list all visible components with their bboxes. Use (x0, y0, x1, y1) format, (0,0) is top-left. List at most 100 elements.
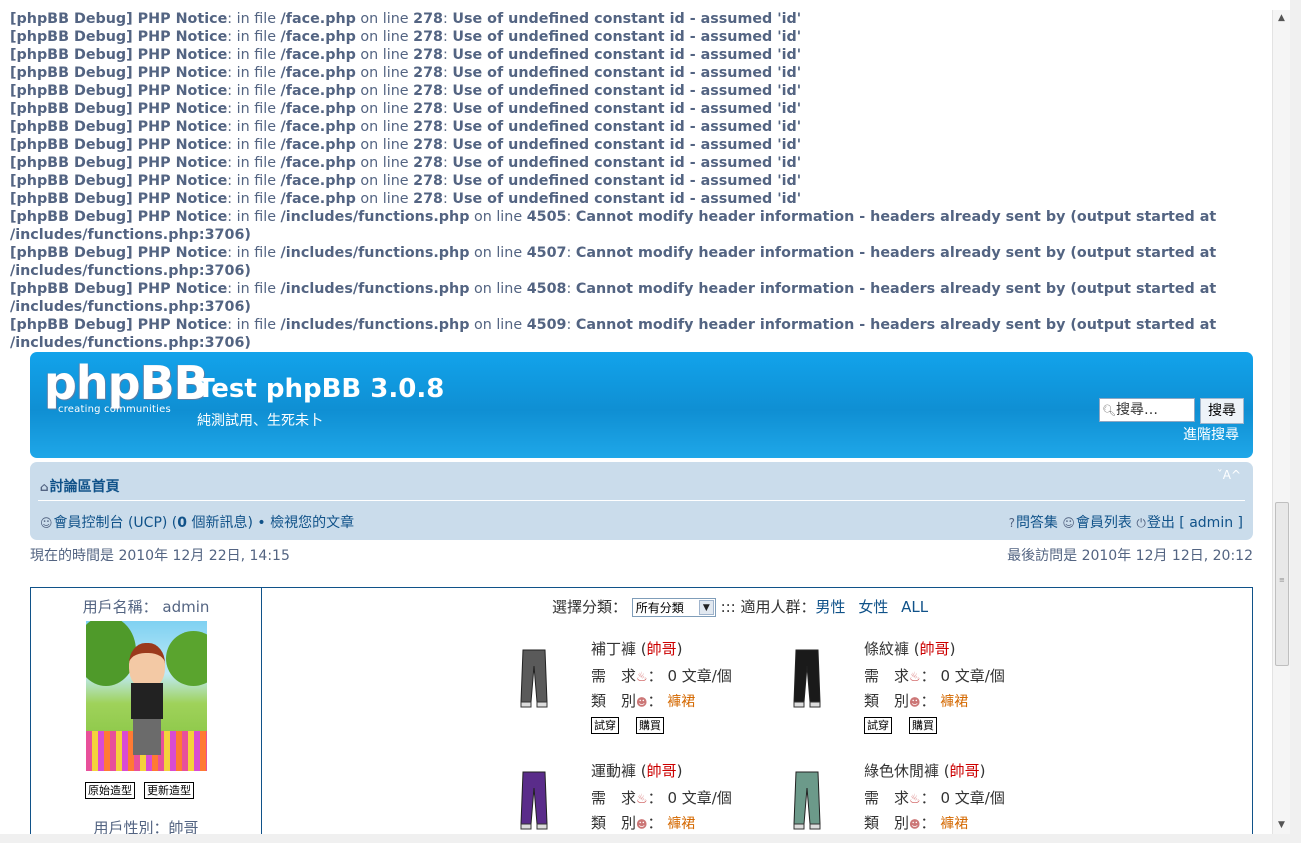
debug-infile: : in file (227, 281, 281, 297)
debug-msg: Use of undefined constant id - assumed '… (452, 191, 802, 207)
site-description: 純測試用、生死未卜 (197, 413, 323, 429)
shop-item: 綠色休閒褲 (帥哥)需 求♨： 0 文章/個類 別☻： 褲裙試穿購買 (790, 760, 1020, 834)
scroll-up-arrow[interactable]: ▲ (1273, 10, 1290, 27)
debug-line: [phpBB Debug] PHP Notice: in file /face.… (10, 82, 801, 100)
try-on-button[interactable]: 試穿 (864, 717, 892, 734)
search-input[interactable]: 🔍︎搜尋… (1099, 398, 1195, 422)
buy-button[interactable]: 購買 (909, 717, 937, 734)
item-category: 類 別☻： 褲裙 (864, 692, 969, 710)
filter-male-link[interactable]: 男性 (816, 598, 846, 616)
money-bag-icon: ♨ (636, 670, 648, 685)
browser-frame: [phpBB Debug] PHP Notice: in file /face.… (0, 0, 1301, 843)
debug-infile: : in file (227, 47, 281, 63)
site-title[interactable]: Test phpBB 3.0.8 (197, 374, 444, 404)
filter-all-link[interactable]: ALL (901, 598, 928, 616)
category-label: 類 別 (591, 692, 637, 710)
debug-online: on line (355, 101, 414, 117)
debug-online: on line (469, 209, 527, 225)
debug-sep: : (442, 119, 453, 135)
debug-msg: Use of undefined constant id - assumed '… (452, 29, 802, 45)
shop-item: 補丁褲 (帥哥) 需 求♨： 0 文章/個類 別☻： 褲裙 試穿 購買 (517, 638, 747, 748)
shop-item: 運動褲 (帥哥)需 求♨： 0 文章/個類 別☻： 褲裙試穿購買 (517, 760, 747, 834)
debug-line: [phpBB Debug] PHP Notice: in file /face.… (10, 100, 801, 118)
requirement-label: 需 求 (591, 667, 637, 685)
debug-line: [phpBB Debug] PHP Notice: in file /inclu… (10, 244, 1266, 280)
avatar-image (86, 621, 207, 771)
debug-file: /face.php (280, 137, 356, 153)
debug-infile: : in file (227, 11, 281, 27)
debug-line: 278 (413, 83, 443, 99)
vertical-scrollbar[interactable]: ▲ ≡ ▼ (1272, 10, 1290, 834)
item-gender-tag: 帥哥 (949, 762, 980, 780)
debug-line: [phpBB Debug] PHP Notice: in file /face.… (10, 136, 801, 154)
item-gender-tag: 帥哥 (919, 640, 950, 658)
debug-infile: : in file (227, 317, 281, 333)
category-value: 褲裙 (940, 694, 969, 710)
category-icon: ☻ (636, 696, 648, 709)
debug-msg: Use of undefined constant id - assumed '… (452, 155, 802, 171)
pants-image (790, 770, 821, 830)
category-label: 類 別 (864, 692, 910, 710)
search-button[interactable]: 搜尋 (1200, 398, 1244, 424)
debug-infile: : in file (227, 209, 281, 225)
debug-file: /face.php (280, 173, 356, 189)
navbar-divider (38, 500, 1245, 501)
debug-sep: : (442, 65, 453, 81)
ucp-link[interactable]: 會員控制台 (UCP) (54, 515, 168, 531)
buy-button[interactable]: 購買 (636, 717, 664, 734)
debug-infile: : in file (227, 173, 281, 189)
avatar-shop-panel: 用戶名稱： admin 原始造型 更新造型 用戶性別：帥哥 選擇分類： 所有分類 ▼… (30, 587, 1253, 834)
requirement-value: 0 文章/個 (667, 667, 732, 685)
logout-icon: ⏻ (1136, 516, 1146, 530)
item-gender-tag: 帥哥 (646, 640, 677, 658)
debug-file: /includes/functions.php (280, 281, 470, 297)
pm-link[interactable]: 個新訊息 (187, 515, 247, 531)
debug-line: [phpBB Debug] PHP Notice: in file /face.… (10, 118, 801, 136)
debug-online: on line (355, 65, 414, 81)
scroll-down-arrow[interactable]: ▼ (1273, 817, 1290, 834)
debug-file: /face.php (280, 11, 356, 27)
shop-item: 條紋褲 (帥哥) 需 求♨： 0 文章/個類 別☻： 褲裙 試穿 購買 (790, 638, 1020, 748)
username: admin (162, 598, 210, 616)
category-label: 類 別 (591, 814, 637, 832)
debug-infile: : in file (227, 155, 281, 171)
avatar-buttons: 原始造型 更新造型 (85, 779, 203, 799)
logo-text: phpBB (44, 356, 209, 410)
scrollbar-thumb[interactable]: ≡ (1275, 502, 1289, 666)
debug-line: [phpBB Debug] PHP Notice: in file /face.… (10, 28, 801, 46)
font-size-toggle[interactable]: ˇA^ (1217, 468, 1241, 482)
category-label: 類 別 (864, 814, 910, 832)
try-on-button[interactable]: 試穿 (591, 717, 619, 734)
category-select[interactable]: 所有分類 ▼ (631, 598, 716, 617)
debug-line: [phpBB Debug] PHP Notice: in file /face.… (10, 64, 801, 82)
debug-line: 278 (413, 47, 443, 63)
site-header: phpBB creating communities Test phpBB 3.… (30, 352, 1253, 458)
pants-image (790, 648, 821, 708)
update-look-button[interactable]: 更新造型 (144, 782, 194, 799)
debug-msg: Use of undefined constant id - assumed '… (452, 65, 802, 81)
debug-line: 278 (413, 65, 443, 81)
search-placeholder: 搜尋… (1116, 402, 1158, 418)
navbar: ⌂討論區首頁 ˇA^ ☺會員控制台 (UCP) (0 個新訊息) • 檢視您的文… (30, 462, 1253, 540)
view-posts-link[interactable]: 檢視您的文章 (270, 515, 354, 531)
memberlist-link[interactable]: 會員列表 (1076, 515, 1132, 531)
pm-count[interactable]: 0 (177, 515, 187, 531)
category-value: 褲裙 (667, 694, 696, 710)
item-name: 條紋褲 (帥哥) (864, 640, 956, 658)
filter-female-link[interactable]: 女性 (858, 598, 888, 616)
debug-infile: : in file (227, 29, 281, 45)
faq-link[interactable]: 問答集 (1016, 515, 1058, 531)
advanced-search-link[interactable]: 進階搜尋 (1183, 424, 1239, 444)
debug-line: 4507 (526, 245, 567, 261)
original-look-button[interactable]: 原始造型 (85, 782, 135, 799)
logout-link[interactable]: 登出 [ admin ] (1147, 515, 1243, 531)
chevron-down-icon[interactable]: ▼ (698, 600, 714, 615)
debug-sep: : (442, 155, 453, 171)
current-time: 現在的時間是 2010年 12月 22日, 14:15 (30, 548, 290, 564)
debug-msg: Use of undefined constant id - assumed '… (452, 11, 802, 27)
item-title: 補丁褲 (591, 640, 637, 658)
debug-file: /face.php (280, 155, 356, 171)
forum-index-link[interactable]: ⌂討論區首頁 (40, 476, 120, 496)
phpbb-logo[interactable]: phpBB creating communities (44, 356, 209, 420)
debug-line: [phpBB Debug] PHP Notice: in file /face.… (10, 46, 801, 64)
